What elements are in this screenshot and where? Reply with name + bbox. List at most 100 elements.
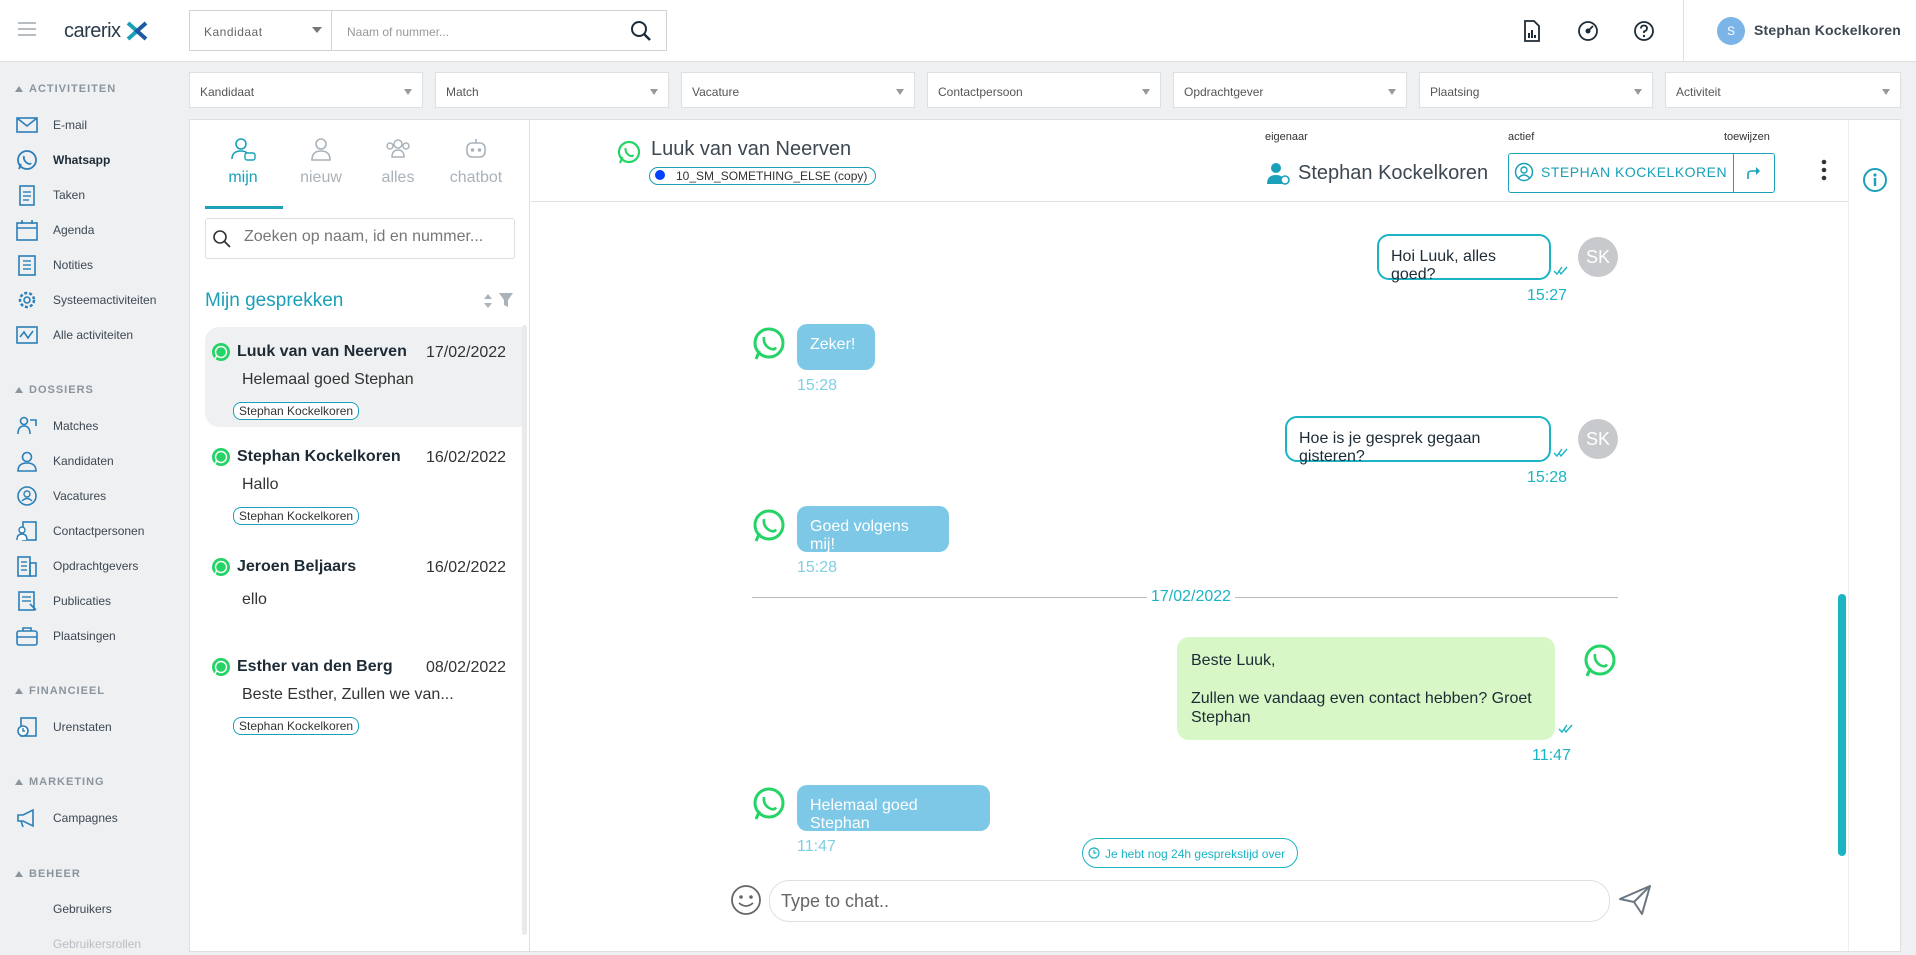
sidebar-item-urenstaten[interactable]: Urenstaten (15, 714, 112, 740)
emoji-icon[interactable] (730, 884, 762, 916)
search-input[interactable]: Naam of nummer... (331, 10, 667, 51)
info-strip (1848, 120, 1900, 951)
sort-icon[interactable] (483, 293, 493, 309)
sidebar-item-label: Agenda (53, 223, 95, 237)
sidebar-item-gebruikers[interactable]: Gebruikers (15, 896, 112, 922)
sidebar-item-taken[interactable]: Taken (15, 182, 85, 208)
filter-label: Kandidaat (200, 85, 255, 99)
user-name[interactable]: Stephan Kockelkoren (1754, 22, 1901, 38)
sidebar-item-opdrachtgevers[interactable]: Opdrachtgevers (15, 553, 138, 579)
more-options-icon[interactable] (1820, 158, 1828, 182)
chat-messages (531, 203, 1848, 873)
whatsapp-icon (616, 139, 642, 165)
collapse-icon (15, 871, 23, 877)
send-icon[interactable] (1618, 883, 1652, 917)
conversation-preview: ello (242, 591, 267, 608)
sidebar-item-alle-activiteiten[interactable]: Alle activiteiten (15, 322, 133, 348)
user-settings-icon (1265, 160, 1291, 186)
sidebar-item-agenda[interactable]: Agenda (15, 217, 94, 243)
building-icon (17, 556, 37, 577)
filter-match[interactable]: Match (435, 72, 669, 108)
message-time: 15:28 (1527, 469, 1568, 486)
sidebar-item-label: Alle activiteiten (53, 328, 134, 342)
sidebar-item-label: Plaatsingen (53, 629, 116, 643)
section-header-marketing[interactable]: MARKETING (15, 776, 105, 788)
filter-vacature[interactable]: Vacature (681, 72, 915, 108)
dashboard-gauge-icon[interactable] (1575, 18, 1601, 44)
help-icon[interactable] (1631, 18, 1657, 44)
chevron-down-icon (650, 89, 658, 95)
list-item[interactable] (205, 543, 523, 623)
whatsapp-icon (751, 786, 787, 822)
conversation-name: Stephan Kockelkoren (237, 448, 401, 465)
session-time-text: Je hebt nog 24h gesprekstijd over (1105, 847, 1286, 861)
message-bubble-incoming: Goed volgens mij! (797, 506, 949, 553)
menu-icon[interactable] (18, 22, 36, 36)
mail-icon (16, 117, 38, 133)
search-icon[interactable] (630, 20, 652, 42)
filter-label: Contactpersoon (938, 85, 1023, 99)
sidebar-item-whatsapp[interactable]: Whatsapp (15, 147, 110, 173)
search-type-select[interactable]: Kandidaat (189, 10, 331, 51)
sidebar-item-campagnes[interactable]: Campagnes (15, 805, 118, 831)
section-header-financieel[interactable]: FINANCIEEL (15, 685, 105, 697)
user-icon (17, 451, 37, 472)
active-tab-indicator (205, 206, 283, 209)
info-icon[interactable] (1862, 167, 1888, 193)
chat-message-input[interactable]: Type to chat.. (769, 880, 1610, 922)
whatsapp-icon (212, 558, 230, 576)
tab-alles[interactable]: alles (358, 135, 438, 187)
section-header-dossiers[interactable]: DOSSIERS (15, 384, 94, 396)
chat-scrollbar[interactable] (1838, 594, 1846, 856)
collapse-icon (15, 86, 23, 92)
filter-opdrachtgever[interactable]: Opdrachtgever (1173, 72, 1407, 108)
whatsapp-icon (17, 150, 37, 170)
sidebar-item-gebruikersrollen[interactable]: Gebruikersrollen (15, 931, 141, 955)
sidebar-item-label: Notities (53, 258, 94, 272)
conversation-list-scrollbar[interactable] (522, 325, 527, 935)
assign-forward-button[interactable] (1745, 165, 1763, 181)
sidebar-item-vacatures[interactable]: Vacatures (15, 483, 106, 509)
sidebar-item-matches[interactable]: Matches (15, 413, 98, 439)
message-time: 11:47 (1532, 747, 1571, 764)
tab-chatbot[interactable]: chatbot (436, 135, 516, 187)
filter-activiteit[interactable]: Activiteit (1665, 72, 1901, 108)
whatsapp-icon (212, 658, 230, 676)
date-divider-label: 17/02/2022 (1147, 588, 1236, 606)
sidebar-item-label: Taken (53, 188, 86, 202)
avatar[interactable]: S (1717, 17, 1745, 45)
conversations-title: Mijn gesprekken (205, 290, 344, 311)
section-header-beheer[interactable]: BEHEER (15, 868, 81, 880)
sidebar-item-publicaties[interactable]: Publicaties (15, 588, 111, 614)
carerix-logo[interactable]: carerix (64, 16, 149, 46)
sidebar-item-systeemactiviteiten[interactable]: Systeemactiviteiten (15, 287, 156, 313)
sidebar-item-label: Matches (53, 419, 99, 433)
sidebar-item-label: Kandidaten (53, 454, 114, 468)
owner-name: Stephan Kockelkoren (1298, 162, 1489, 184)
message-time: 15:27 (1527, 287, 1568, 304)
section-header-activiteiten[interactable]: ACTIVITEITEN (15, 83, 116, 95)
filter-icon[interactable] (498, 292, 514, 308)
sidebar-item-plaatsingen[interactable]: Plaatsingen (15, 623, 116, 649)
message-text: Hoe is je gesprek gegaan gisteren? (1299, 430, 1481, 465)
avatar: SK (1578, 419, 1618, 459)
conversation-name: Esther van den Berg (237, 658, 393, 675)
double-check-icon (1553, 446, 1568, 458)
owner-tag: Stephan Kockelkoren (233, 507, 360, 525)
report-icon[interactable] (1518, 18, 1544, 44)
gear-icon (18, 291, 36, 309)
tab-mijn[interactable]: mijn (203, 135, 283, 187)
sidebar-item-kandidaten[interactable]: Kandidaten (15, 448, 114, 474)
filter-label: Plaatsing (1430, 85, 1480, 99)
message-text: Helemaal goed Stephan (810, 797, 918, 832)
chat-input-placeholder: Type to chat.. (781, 891, 890, 911)
contact-name[interactable]: Luuk van van Neerven (651, 138, 851, 161)
filter-kandidaat[interactable]: Kandidaat (189, 72, 423, 108)
sidebar-item-email[interactable]: E-mail (15, 112, 87, 138)
filter-contactpersoon[interactable]: Contactpersoon (927, 72, 1161, 108)
tab-nieuw[interactable]: nieuw (281, 135, 361, 187)
filter-plaatsing[interactable]: Plaatsing (1419, 72, 1653, 108)
sidebar-item-contactpersonen[interactable]: Contactpersonen (15, 518, 144, 544)
owner-tag: Stephan Kockelkoren (233, 717, 360, 735)
sidebar-item-notities[interactable]: Notities (15, 252, 93, 278)
